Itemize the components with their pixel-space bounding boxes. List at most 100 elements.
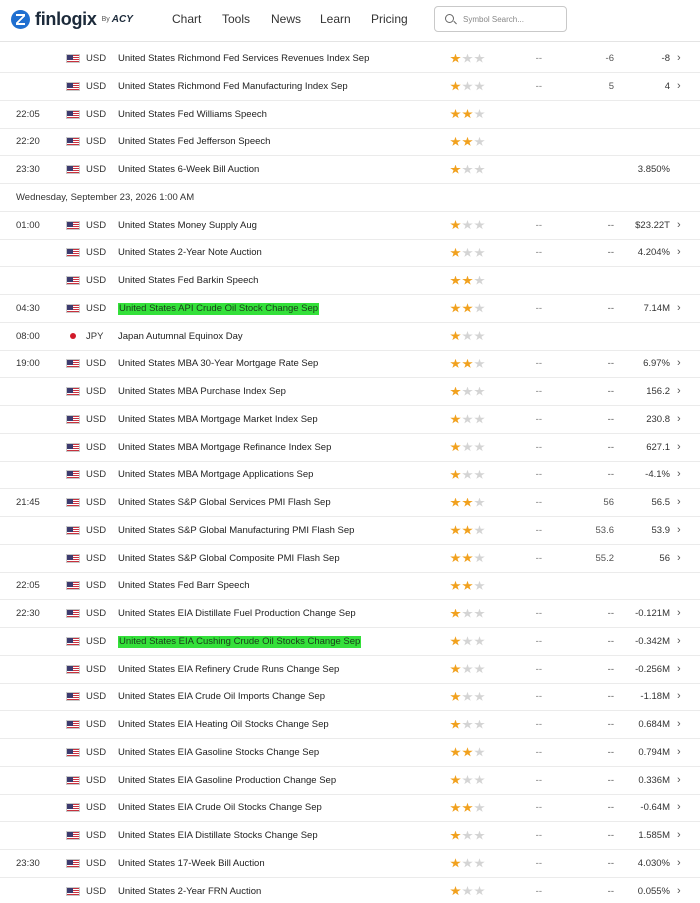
star-filled-icon — [450, 247, 461, 257]
chevron-right-icon[interactable]: › — [677, 711, 681, 738]
calendar-event-row: USD United States Fed Barkin Speech — [0, 267, 700, 295]
chevron-right-icon[interactable]: › — [677, 73, 681, 100]
star-empty-icon — [474, 858, 485, 868]
chevron-right-icon[interactable]: › — [677, 822, 681, 849]
event-time: 22:20 — [16, 136, 40, 148]
calendar-event-row[interactable]: USD United States EIA Distillate Stocks C… — [0, 822, 700, 850]
star-filled-icon — [450, 109, 461, 119]
chevron-right-icon[interactable]: › — [677, 461, 681, 488]
chevron-right-icon[interactable]: › — [677, 239, 681, 266]
calendar-event-row[interactable]: USD United States 2-Year FRN Auction -- -- 0… — [0, 878, 700, 903]
chevron-right-icon[interactable]: › — [677, 600, 681, 627]
chevron-right-icon[interactable]: › — [677, 545, 681, 572]
event-actual: -- — [535, 663, 542, 675]
finlogix-logo[interactable]: finlogix By ACY — [11, 8, 133, 30]
calendar-event-row[interactable]: 04:30 USD United States API Crude Oil Stoc… — [0, 295, 700, 323]
us-flag-icon — [66, 498, 80, 507]
chevron-right-icon[interactable]: › — [677, 517, 681, 544]
calendar-event-row[interactable]: USD United States MBA Mortgage Applicatio… — [0, 461, 700, 490]
event-actual: -- — [535, 302, 542, 314]
calendar-event-row[interactable]: 23:30 USD United States 17-Week Bill Aucti… — [0, 850, 700, 878]
star-empty-icon — [474, 275, 485, 285]
star-filled-icon — [450, 719, 461, 729]
event-actual: -- — [535, 830, 542, 841]
chevron-right-icon[interactable]: › — [677, 656, 681, 683]
star-filled-icon — [450, 81, 461, 91]
calendar-event-row[interactable]: 01:00 USD United States Money Supply Aug --… — [0, 212, 700, 240]
star-empty-icon — [462, 691, 473, 701]
event-name: United States Fed Barkin Speech — [118, 275, 259, 286]
event-currency: USD — [86, 552, 107, 564]
chevron-right-icon[interactable]: › — [677, 628, 681, 655]
calendar-event-row[interactable]: USD United States MBA Purchase Index Sep -… — [0, 378, 700, 406]
event-previous: 6.97% — [643, 358, 670, 370]
importance-rating — [450, 711, 486, 738]
event-previous: 0.055% — [637, 885, 670, 897]
search-icon — [445, 14, 454, 23]
nav-pricing[interactable]: Pricing — [371, 12, 408, 26]
calendar-event-row[interactable]: USD United States 2-Year Note Auction -- --… — [0, 239, 700, 268]
calendar-event-row[interactable]: USD United States EIA Heating Oil Stocks … — [0, 711, 700, 739]
chevron-right-icon[interactable]: › — [677, 878, 681, 903]
calendar-event-row[interactable]: USD United States EIA Refinery Crude Runs… — [0, 656, 700, 684]
event-currency: USD — [86, 635, 107, 647]
nav-news[interactable]: News — [271, 12, 301, 26]
calendar-event-row[interactable]: USD United States S&P Global Manufacturin… — [0, 517, 700, 545]
event-previous: 56.5 — [651, 497, 671, 508]
importance-rating — [450, 128, 486, 155]
event-currency: USD — [86, 802, 107, 814]
chevron-right-icon[interactable]: › — [677, 45, 681, 72]
event-currency: USD — [86, 275, 107, 286]
chevron-right-icon[interactable]: › — [677, 378, 681, 405]
event-forecast: -- — [607, 413, 614, 425]
event-actual: -- — [535, 386, 542, 397]
calendar-event-row[interactable]: USD United States S&P Global Composite PM… — [0, 545, 700, 573]
symbol-search-box[interactable] — [434, 6, 567, 32]
event-previous: 4.030% — [637, 857, 670, 869]
calendar-event-row[interactable]: 19:00 USD United States MBA 30-Year Mortga… — [0, 350, 700, 379]
chevron-right-icon[interactable]: › — [677, 434, 681, 461]
calendar-event-row[interactable]: USD United States EIA Cushing Crude Oil S… — [0, 628, 700, 656]
nav-chart[interactable]: Chart — [172, 12, 201, 26]
chevron-right-icon[interactable]: › — [677, 489, 681, 516]
star-empty-icon — [474, 775, 485, 785]
star-filled-icon — [450, 636, 461, 646]
event-currency: USD — [86, 774, 107, 786]
star-filled-icon — [450, 747, 461, 757]
chevron-right-icon[interactable]: › — [677, 350, 681, 377]
chevron-right-icon[interactable]: › — [677, 406, 681, 433]
chevron-right-icon[interactable]: › — [677, 850, 681, 877]
event-currency: USD — [86, 53, 107, 64]
chevron-right-icon[interactable]: › — [677, 794, 681, 821]
calendar-event-row[interactable]: USD United States MBA Mortgage Refinance … — [0, 434, 700, 462]
chevron-right-icon[interactable]: › — [677, 295, 681, 322]
calendar-event-row: 23:30 USD United States 6-Week Bill Auctio… — [0, 156, 700, 184]
chevron-right-icon[interactable]: › — [677, 212, 681, 239]
us-flag-icon — [66, 220, 80, 230]
importance-rating — [450, 600, 486, 627]
chevron-right-icon[interactable]: › — [677, 683, 681, 710]
calendar-event-row[interactable]: USD United States EIA Crude Oil Stocks Ch… — [0, 794, 700, 823]
star-filled-icon — [450, 691, 461, 701]
nav-tools[interactable]: Tools — [222, 12, 250, 26]
importance-rating — [450, 656, 486, 683]
calendar-event-row[interactable]: USD United States EIA Crude Oil Imports C… — [0, 683, 700, 712]
event-previous: 1.585M — [638, 830, 670, 841]
calendar-event-row[interactable]: USD United States Richmond Fed Manufactur… — [0, 73, 700, 101]
calendar-event-row[interactable]: 22:30 USD United States EIA Distillate Fue… — [0, 600, 700, 628]
nav-learn[interactable]: Learn — [320, 12, 351, 26]
star-empty-icon — [474, 53, 485, 63]
chevron-right-icon[interactable]: › — [677, 767, 681, 794]
calendar-event-row[interactable]: USD United States EIA Gasoline Production… — [0, 767, 700, 795]
chevron-right-icon[interactable]: › — [677, 739, 681, 766]
calendar-event-row[interactable]: USD United States MBA Mortgage Market Ind… — [0, 406, 700, 434]
event-previous: 627.1 — [646, 441, 670, 453]
star-empty-icon — [474, 386, 485, 396]
calendar-event-row[interactable]: USD United States Richmond Fed Services R… — [0, 45, 700, 73]
event-previous: 53.9 — [651, 524, 671, 536]
event-name: United States MBA Mortgage Refinance Ind… — [118, 441, 332, 453]
star-empty-icon — [474, 553, 485, 563]
symbol-search-input[interactable] — [463, 11, 563, 27]
calendar-event-row[interactable]: USD United States EIA Gasoline Stocks Cha… — [0, 739, 700, 767]
calendar-event-row[interactable]: 21:45 USD United States S&P Global Service… — [0, 489, 700, 517]
